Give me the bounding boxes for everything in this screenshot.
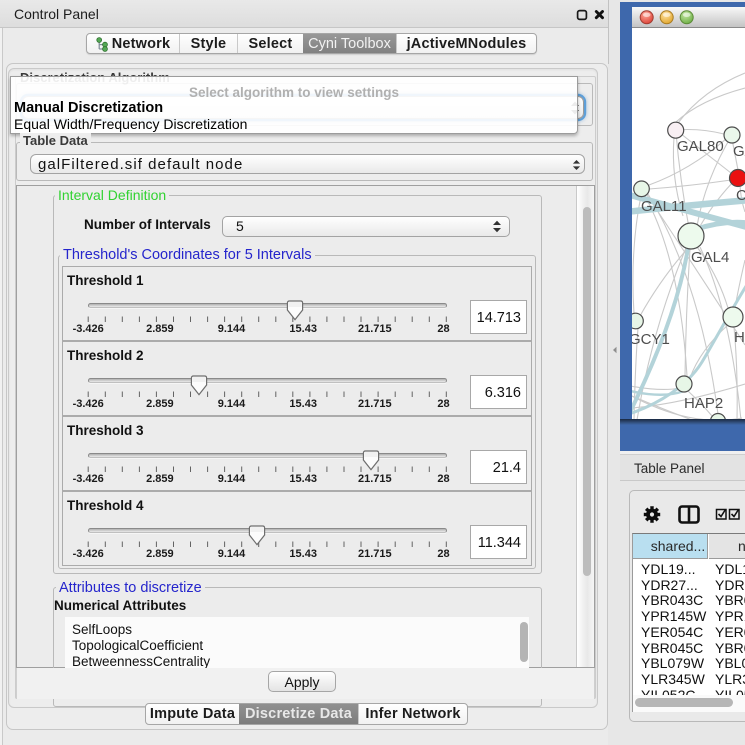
svg-text:HIS: HIS [734, 329, 745, 346]
svg-text:GAL80: GAL80 [677, 138, 724, 155]
svg-text:GA: GA [733, 143, 745, 160]
svg-text:HAP2: HAP2 [684, 395, 723, 412]
svg-text:GCY1: GCY1 [632, 331, 670, 348]
svg-text:GAL11: GAL11 [641, 198, 687, 215]
svg-text:GAL4: GAL4 [691, 249, 729, 266]
svg-text:CY: CY [736, 187, 745, 204]
